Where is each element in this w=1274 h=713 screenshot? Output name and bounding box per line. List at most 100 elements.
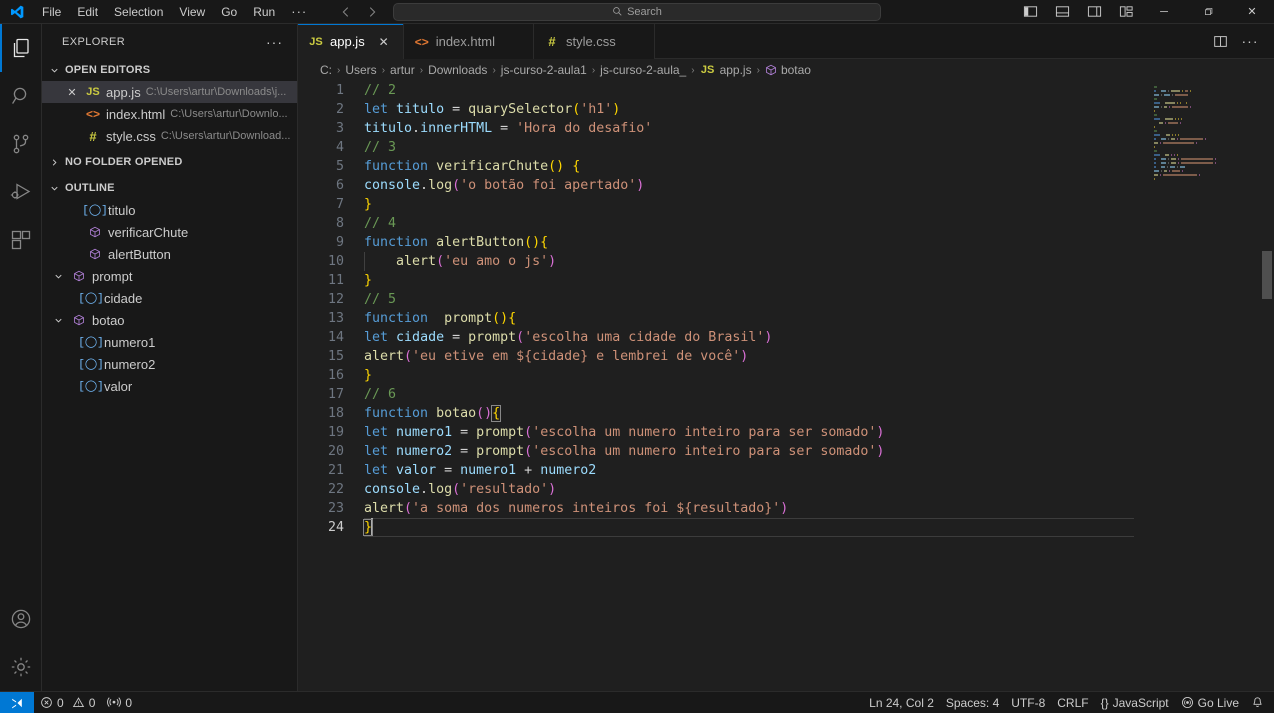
code-line[interactable]: 5 function verificarChute() { [298,157,1274,176]
editor-scrollbar-thumb[interactable] [1262,251,1272,299]
status-encoding[interactable]: UTF-8 [1005,692,1051,713]
code-line[interactable]: 7} [298,195,1274,214]
chevron-down-icon[interactable] [50,315,66,326]
status-eol[interactable]: CRLF [1051,692,1094,713]
code-lines[interactable]: 1// 2 2 let titulo = quarySelector('h1') 3 t… [298,81,1274,691]
code-line-text[interactable]: let numero1 = prompt('escolha um numero … [364,423,884,442]
code-line[interactable]: 4 // 3 [298,138,1274,157]
code-line-text[interactable]: } [364,271,372,290]
close-icon[interactable]: ✕ [64,86,80,99]
code-line-text[interactable]: titulo.innerHTML = 'Hora do desafio' [364,119,652,138]
split-editor-right-icon[interactable] [1206,27,1234,55]
customize-layout-icon[interactable] [1110,0,1142,24]
code-line-text[interactable]: alert('a soma dos numeros inteiros foi $… [364,499,788,518]
code-line-text[interactable]: function botao(){ [364,404,502,423]
code-line[interactable]: 12 // 5 [298,290,1274,309]
status-notifications[interactable] [1245,692,1270,713]
code-line[interactable]: 16} [298,366,1274,385]
code-line-text[interactable]: let valor = numero1 + numero2 [364,461,596,480]
code-line[interactable]: 22 console.log('resultado') [298,480,1274,499]
code-line-text[interactable]: // 3 [364,138,396,157]
breadcrumb-item-js-curso-2-aula1[interactable]: js-curso-2-aula1 [499,63,589,77]
activity-extensions[interactable] [0,216,42,264]
editor-more-actions-icon[interactable]: ··· [1236,27,1264,55]
section-open-editors[interactable]: OPEN EDITORS [42,59,297,81]
status-go-live[interactable]: Go Live [1175,692,1245,713]
status-problems[interactable]: 0 0 [34,692,101,713]
breadcrumb-item-users[interactable]: Users [343,63,378,77]
menu-file[interactable]: File [34,1,69,23]
activity-search[interactable] [0,72,42,120]
breadcrumb-item-artur[interactable]: artur [388,63,417,77]
code-line[interactable]: 21 let valor = numero1 + numero2 [298,461,1274,480]
chevron-down-icon[interactable] [50,271,66,282]
outline-item-alertButton[interactable]: alertButton [42,243,297,265]
code-line-text[interactable]: // 4 [364,214,396,233]
code-line[interactable]: 9 function alertButton(){ [298,233,1274,252]
sidebar-more-actions-icon[interactable]: ··· [266,34,289,50]
editor-scrollbar[interactable] [1260,81,1274,691]
breadcrumb-item-botao[interactable]: botao [763,63,813,77]
section-no-folder-opened[interactable]: NO FOLDER OPENED [42,151,297,173]
status-ports[interactable]: 0 [101,692,138,713]
activity-explorer[interactable] [0,24,42,72]
code-line[interactable]: 6 console.log('o botão foi apertado') [298,176,1274,195]
code-line[interactable]: 1 // 2 [298,81,1274,100]
code-line[interactable]: 3 titulo.innerHTML = 'Hora do desafio' [298,119,1274,138]
code-line[interactable]: 19 let numero1 = prompt('escolha um numer… [298,423,1274,442]
activity-source-control[interactable] [0,120,42,168]
breadcrumb-item-js-curso-2-aula_[interactable]: js-curso-2-aula_ [598,63,688,77]
code-line-text[interactable]: } [364,195,372,214]
section-outline[interactable]: OUTLINE [42,177,297,199]
menu-go[interactable]: Go [213,1,245,23]
code-line[interactable]: 2 let titulo = quarySelector('h1') [298,100,1274,119]
code-line[interactable]: 23 alert('a soma dos numeros inteiros foi… [298,499,1274,518]
status-indentation[interactable]: Spaces: 4 [940,692,1005,713]
code-line-text[interactable]: function verificarChute() { [364,157,580,176]
open-editor-app-js[interactable]: ✕ JS app.js C:\Users\artur\Downloads\j..… [42,81,297,103]
window-close-button[interactable]: ✕ [1230,0,1274,24]
code-line-text[interactable]: let cidade = prompt('escolha uma cidade … [364,328,772,347]
code-line-text[interactable]: // 2 [364,81,396,100]
code-line[interactable]: 14 let cidade = prompt('escolha uma cidad… [298,328,1274,347]
tab-app-js[interactable]: JS app.js ✕ [298,24,404,59]
menu-more[interactable]: ··· [283,4,315,19]
code-line-text[interactable]: function alertButton(){ [364,233,548,252]
minimap[interactable] [1150,81,1260,691]
code-line[interactable]: 18 function botao(){ [298,404,1274,423]
code-line-text[interactable]: alert('eu amo o js') [364,252,556,271]
code-line[interactable]: 8 // 4 [298,214,1274,233]
code-line[interactable]: 10 alert('eu amo o js') [298,252,1274,271]
code-line-text[interactable]: alert('eu etive em ${cidade} e lembrei d… [364,347,748,366]
activity-run-and-debug[interactable] [0,168,42,216]
code-line-text[interactable]: let titulo = quarySelector('h1') [364,100,620,119]
code-line-text[interactable]: // 6 [364,385,396,404]
code-editor[interactable]: 1// 2 2 let titulo = quarySelector('h1') 3 t… [298,81,1274,691]
outline-item-verificarChute[interactable]: verificarChute [42,221,297,243]
window-maximize-button[interactable] [1186,0,1230,24]
open-editor-style-css[interactable]: ✕ # style.css C:\Users\artur\Download... [42,125,297,147]
arrow-right-icon[interactable] [365,5,379,19]
code-line[interactable]: 13 function prompt(){ [298,309,1274,328]
search-input[interactable]: Search [393,2,881,21]
toggle-primary-sidebar-icon[interactable] [1014,0,1046,24]
status-cursor-position[interactable]: Ln 24, Col 2 [863,692,940,713]
outline-item-titulo[interactable]: [◯] titulo [42,199,297,221]
code-line[interactable]: 20 let numero2 = prompt('escolha um numer… [298,442,1274,461]
tab-style-css[interactable]: # style.css ✕ [533,24,655,59]
breadcrumb-item-c[interactable]: C: [318,63,334,77]
outline-item-botao[interactable]: botao [42,309,297,331]
code-line-text[interactable]: } [364,366,372,385]
code-line[interactable]: 11} [298,271,1274,290]
open-editor-index-html[interactable]: ✕ <> index.html C:\Users\artur\Downlo... [42,103,297,125]
outline-item-numero2[interactable]: [◯] numero2 [42,353,297,375]
breadcrumb-item-downloads[interactable]: Downloads [426,63,489,77]
toggle-panel-icon[interactable] [1046,0,1078,24]
outline-item-prompt[interactable]: prompt [42,265,297,287]
code-line[interactable]: 17 // 6 [298,385,1274,404]
code-line-text[interactable]: function prompt(){ [364,309,516,328]
code-line-text[interactable]: // 5 [364,290,396,309]
account-icon[interactable] [0,595,42,643]
menu-selection[interactable]: Selection [106,1,171,23]
code-line-text[interactable]: } [362,518,374,537]
